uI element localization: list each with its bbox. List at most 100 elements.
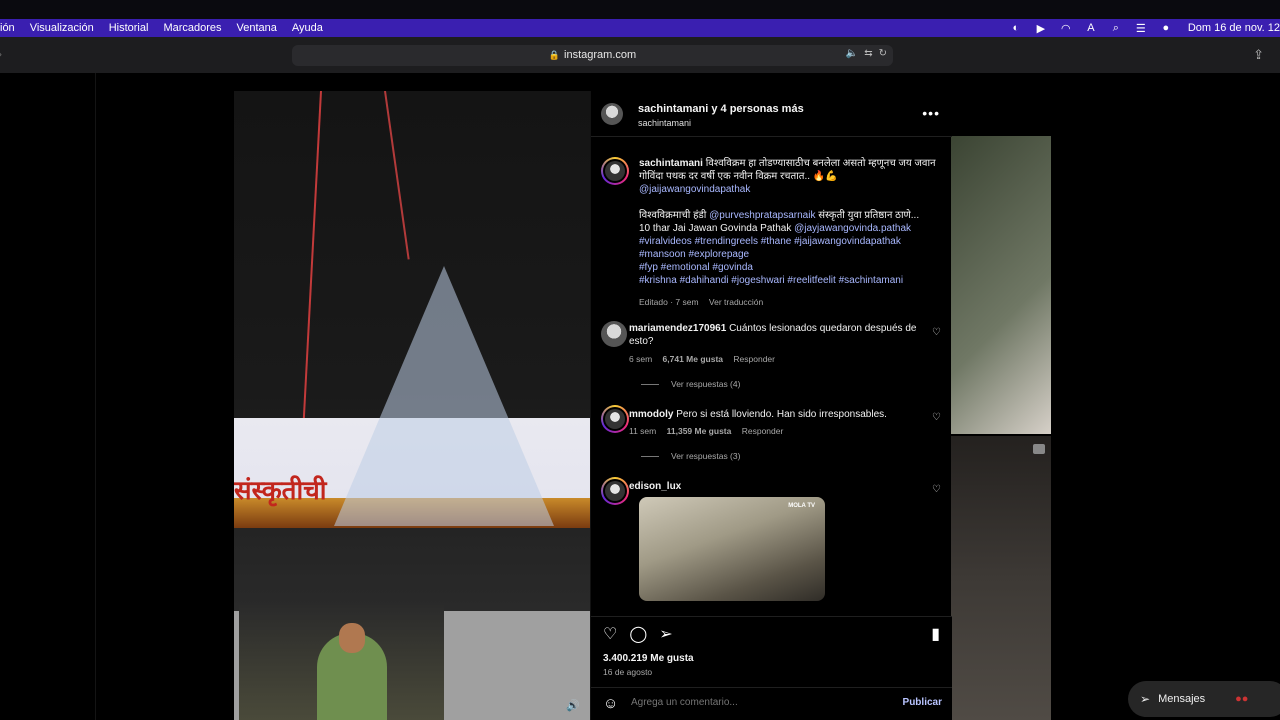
sound-icon[interactable]: 🔊 (566, 699, 580, 712)
menu-clock[interactable]: Dom 16 de nov. 12 (1188, 22, 1280, 34)
comment-meta: 11 sem 11,359 Me gusta Responder (629, 426, 791, 436)
translate-link[interactable]: Ver traducción (709, 297, 763, 307)
translate-icon[interactable]: ⇆ (864, 48, 872, 59)
share-icon[interactable]: ➢ (659, 624, 672, 644)
comment-username[interactable]: mmodoly (629, 409, 673, 420)
like-icon[interactable]: ♡ (603, 624, 617, 644)
post-actions: ♡ ◯ ➢ ▮ 3.400.219 Me gusta 16 de agosto … (591, 616, 952, 720)
comment-text: Pero si está lloviendo. Han sido irrespo… (676, 409, 887, 420)
like-count[interactable]: 3.400.219 Me gusta (603, 653, 694, 664)
control-center-icon[interactable]: ☰ (1134, 22, 1148, 35)
menu-item-ventana[interactable]: Ventana (237, 22, 277, 34)
action-icons: ♡ ◯ ➢ (603, 624, 685, 644)
caption-hashtags[interactable]: #krishna #dahihandi #jogeshwari #reelitf… (639, 275, 903, 286)
caption-line: 10 thar Jai Jawan Govinda Pathak (639, 223, 792, 234)
comment-likes[interactable]: 11,359 Me gusta (667, 426, 732, 436)
view-replies-label[interactable]: Ver respuestas (4) (671, 379, 740, 389)
caption-mention[interactable]: @purveshpratapsarnaik (709, 210, 815, 221)
comment-icon[interactable]: ◯ (629, 624, 647, 644)
post-author-handle[interactable]: sachintamani (638, 118, 691, 128)
caption-avatar[interactable] (601, 157, 629, 185)
caption-text: sachintamani विश्वविक्रम हा तोडण्यासाठीच… (639, 157, 944, 287)
url-display[interactable]: 🔒 instagram.com (292, 49, 893, 61)
keyboard-input-icon[interactable]: A (1084, 22, 1098, 34)
messages-label: Mensajes (1158, 693, 1206, 705)
rope (302, 91, 322, 421)
avatar-stack-icon: ●● (1235, 693, 1249, 705)
comment-composer: ☺ Publicar (591, 687, 952, 720)
screen-share-icon[interactable]: ◐ (1009, 22, 1023, 34)
caption-hashtags[interactable]: #viralvideos #trendingreels #thane #jaij… (639, 236, 901, 247)
caption-username[interactable]: sachintamani (639, 158, 703, 169)
media-brand-label: MOLA TV (788, 503, 815, 509)
human-pyramid (334, 266, 554, 526)
view-replies-label[interactable]: Ver respuestas (3) (671, 451, 740, 461)
post-authors[interactable]: sachintamani y 4 personas más (638, 103, 804, 115)
view-replies[interactable]: Ver respuestas (3) (641, 451, 740, 461)
siri-icon[interactable]: ● (1159, 22, 1173, 34)
caption-meta: Editado · 7 sem Ver traducción (639, 297, 771, 307)
menu-item-marcadores[interactable]: Marcadores (163, 22, 221, 34)
comment-like-icon[interactable]: ♡ (932, 412, 941, 423)
comment-reply[interactable]: Responder (733, 354, 775, 364)
commenter-avatar[interactable] (601, 321, 627, 347)
comment-like-icon[interactable]: ♡ (932, 484, 941, 495)
replies-dash (641, 384, 659, 386)
reel-video[interactable]: संस्कृतीची 🔊 (234, 91, 590, 720)
audio-icon[interactable]: 🔈 (846, 48, 858, 59)
play-icon[interactable]: ▶ (1034, 22, 1048, 35)
more-options-icon[interactable]: ••• (922, 105, 940, 121)
browser-toolbar: › 🔒instagram.com 🔈 ⇆ ↻ ⇪ (0, 37, 1280, 73)
menu-items: ión Visualización Historial Marcadores V… (0, 19, 338, 37)
wifi-icon[interactable]: ◠ (1059, 22, 1073, 35)
emoji-icon[interactable]: ☺ (603, 695, 618, 712)
view-replies[interactable]: Ver respuestas (4) (641, 379, 740, 389)
status-icons: ◐ ▶ ◠ A ⌕ ☰ ● Dom 16 de nov. 12 (1009, 19, 1280, 37)
menu-item-visualizacion[interactable]: Visualización (30, 22, 94, 34)
comment-media[interactable]: MOLA TV (639, 497, 825, 601)
messages-button[interactable]: ➢ Mensajes ●● (1128, 681, 1280, 717)
comment-meta: 6 sem 6,741 Me gusta Responder (629, 354, 783, 364)
comment-age: 6 sem (629, 354, 653, 364)
reel-icon (1033, 444, 1045, 454)
share-icon[interactable]: ⇪ (1253, 47, 1264, 63)
address-bar[interactable]: 🔒 instagram.com 🔈 ⇆ ↻ (292, 45, 893, 66)
next-post-preview[interactable] (951, 436, 1051, 720)
webcam-head (339, 623, 365, 653)
caption-edited: Editado · 7 sem (639, 297, 699, 307)
comment-username[interactable]: mariamendez170961 (629, 323, 726, 334)
caption-line: विश्वविक्रमाची हंडी (639, 210, 707, 221)
address-bar-tools: 🔈 ⇆ ↻ (840, 48, 887, 59)
rope (384, 91, 410, 260)
commenter-avatar[interactable] (601, 477, 629, 505)
search-icon[interactable]: ⌕ (1109, 22, 1123, 34)
caption-mention[interactable]: @jaijawangovindapathak (639, 184, 750, 195)
comment: edison_lux (629, 480, 934, 493)
comment-reply[interactable]: Responder (742, 426, 784, 436)
reload-icon[interactable]: ↻ (879, 48, 887, 59)
comment-username[interactable]: edison_lux (629, 481, 681, 492)
url-text: instagram.com (564, 49, 637, 61)
author-avatar[interactable] (601, 103, 623, 125)
comment-like-icon[interactable]: ♡ (932, 327, 941, 338)
replies-dash (641, 456, 659, 458)
publish-button[interactable]: Publicar (903, 697, 942, 708)
post-header: sachintamani y 4 personas más sachintama… (591, 91, 952, 137)
picture-in-picture-webcam (239, 603, 444, 720)
sidebar-chevron-icon[interactable]: › (0, 47, 2, 61)
comment-input[interactable] (631, 697, 881, 708)
comment: mmodoly Pero si está lloviendo. Han sido… (629, 408, 934, 421)
post-date: 16 de agosto (603, 667, 653, 677)
menu-item-ayuda[interactable]: Ayuda (292, 22, 323, 34)
caption-mention[interactable]: @jayjawangovinda.pathak (794, 223, 911, 234)
post-side-panel: sachintamani y 4 personas más sachintama… (590, 91, 952, 720)
menu-item-historial[interactable]: Historial (109, 22, 149, 34)
comment-likes[interactable]: 6,741 Me gusta (663, 354, 723, 364)
commenter-avatar[interactable] (601, 405, 629, 433)
save-icon[interactable]: ▮ (931, 624, 940, 644)
caption-hashtags[interactable]: #fyp #emotional #govinda (639, 262, 753, 273)
menu-item-edicion[interactable]: ión (0, 22, 15, 34)
next-post-preview[interactable] (951, 136, 1051, 434)
lock-icon: 🔒 (548, 50, 561, 60)
caption-hashtags[interactable]: #mansoon #explorepage (639, 249, 749, 260)
